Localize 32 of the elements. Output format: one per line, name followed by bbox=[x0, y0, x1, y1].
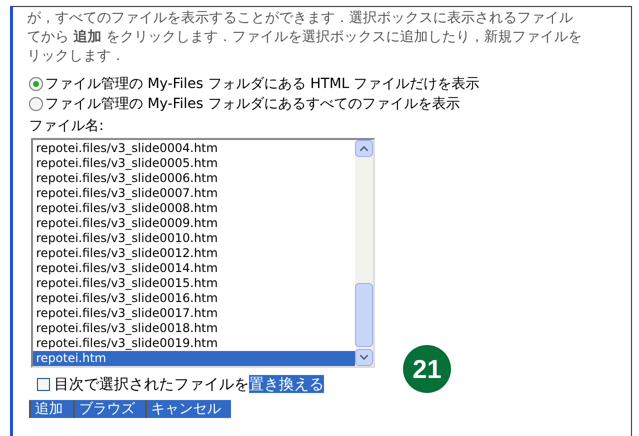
file-list[interactable] bbox=[31, 138, 375, 368]
file-list-item[interactable]: repotei.files/v3_slide0012.htm bbox=[33, 246, 355, 261]
action-button[interactable]: キャンセル bbox=[145, 400, 231, 418]
radio-label: ファイル管理の My-Files フォルダにあるすべてのファイルを表示 bbox=[45, 95, 460, 114]
file-list-item[interactable]: repotei.files/v3_slide0008.htm bbox=[33, 201, 355, 216]
file-list-item[interactable]: repotei.files/v3_slide0006.htm bbox=[33, 171, 355, 186]
file-list-item[interactable]: repotei.files/v3_slide0017.htm bbox=[33, 306, 355, 321]
file-list-item[interactable]: repotei.files/v3_slide0016.htm bbox=[33, 291, 355, 306]
radio-button[interactable] bbox=[29, 97, 43, 111]
file-list-item[interactable]: repotei.files/v3_slide0014.htm bbox=[33, 261, 355, 276]
file-list-item[interactable]: repotei.files/v3_slide0018.htm bbox=[33, 321, 355, 336]
file-list-item[interactable]: repotei.files/v3_slide0007.htm bbox=[33, 186, 355, 201]
field-label: ファイル名: bbox=[29, 117, 104, 136]
file-list-item[interactable]: repotei.files/v3_slide0005.htm bbox=[33, 156, 355, 171]
instruction-text: が，すべてのファイルを表示することができます．選択ボックスに表示されるファイル bbox=[27, 9, 574, 28]
step-number-badge: 21 bbox=[403, 345, 451, 393]
file-list-item[interactable]: repotei.files/v3_slide0010.htm bbox=[33, 231, 355, 246]
checkbox-label: 目次で選択されたファイルを置き換える bbox=[54, 374, 324, 394]
action-button[interactable]: ブラウズ bbox=[73, 400, 145, 418]
radio-label: ファイル管理の My-Files フォルダにある HTML ファイルだけを表示 bbox=[45, 75, 480, 94]
checkbox[interactable] bbox=[37, 378, 50, 390]
radio-button[interactable] bbox=[29, 77, 43, 91]
file-list-item[interactable]: repotei.files/v3_slide0009.htm bbox=[33, 216, 355, 231]
file-list-item[interactable]: repotei.files/v3_slide0015.htm bbox=[33, 276, 355, 291]
scrollbar[interactable] bbox=[355, 140, 373, 366]
file-list-item[interactable]: repotei.htm bbox=[33, 351, 355, 366]
instruction-text: リックします． bbox=[27, 47, 126, 66]
file-list-item[interactable]: repotei.files/v3_slide0004.htm bbox=[33, 141, 355, 156]
file-list-item[interactable]: repotei.files/v3_slide0019.htm bbox=[33, 336, 355, 351]
instruction-text: てから 追加 をクリックします．ファイルを選択ボックスに追加したり，新規ファイルを bbox=[27, 28, 583, 47]
scroll-thumb[interactable] bbox=[355, 283, 373, 347]
action-button[interactable]: 追加 bbox=[29, 400, 73, 418]
